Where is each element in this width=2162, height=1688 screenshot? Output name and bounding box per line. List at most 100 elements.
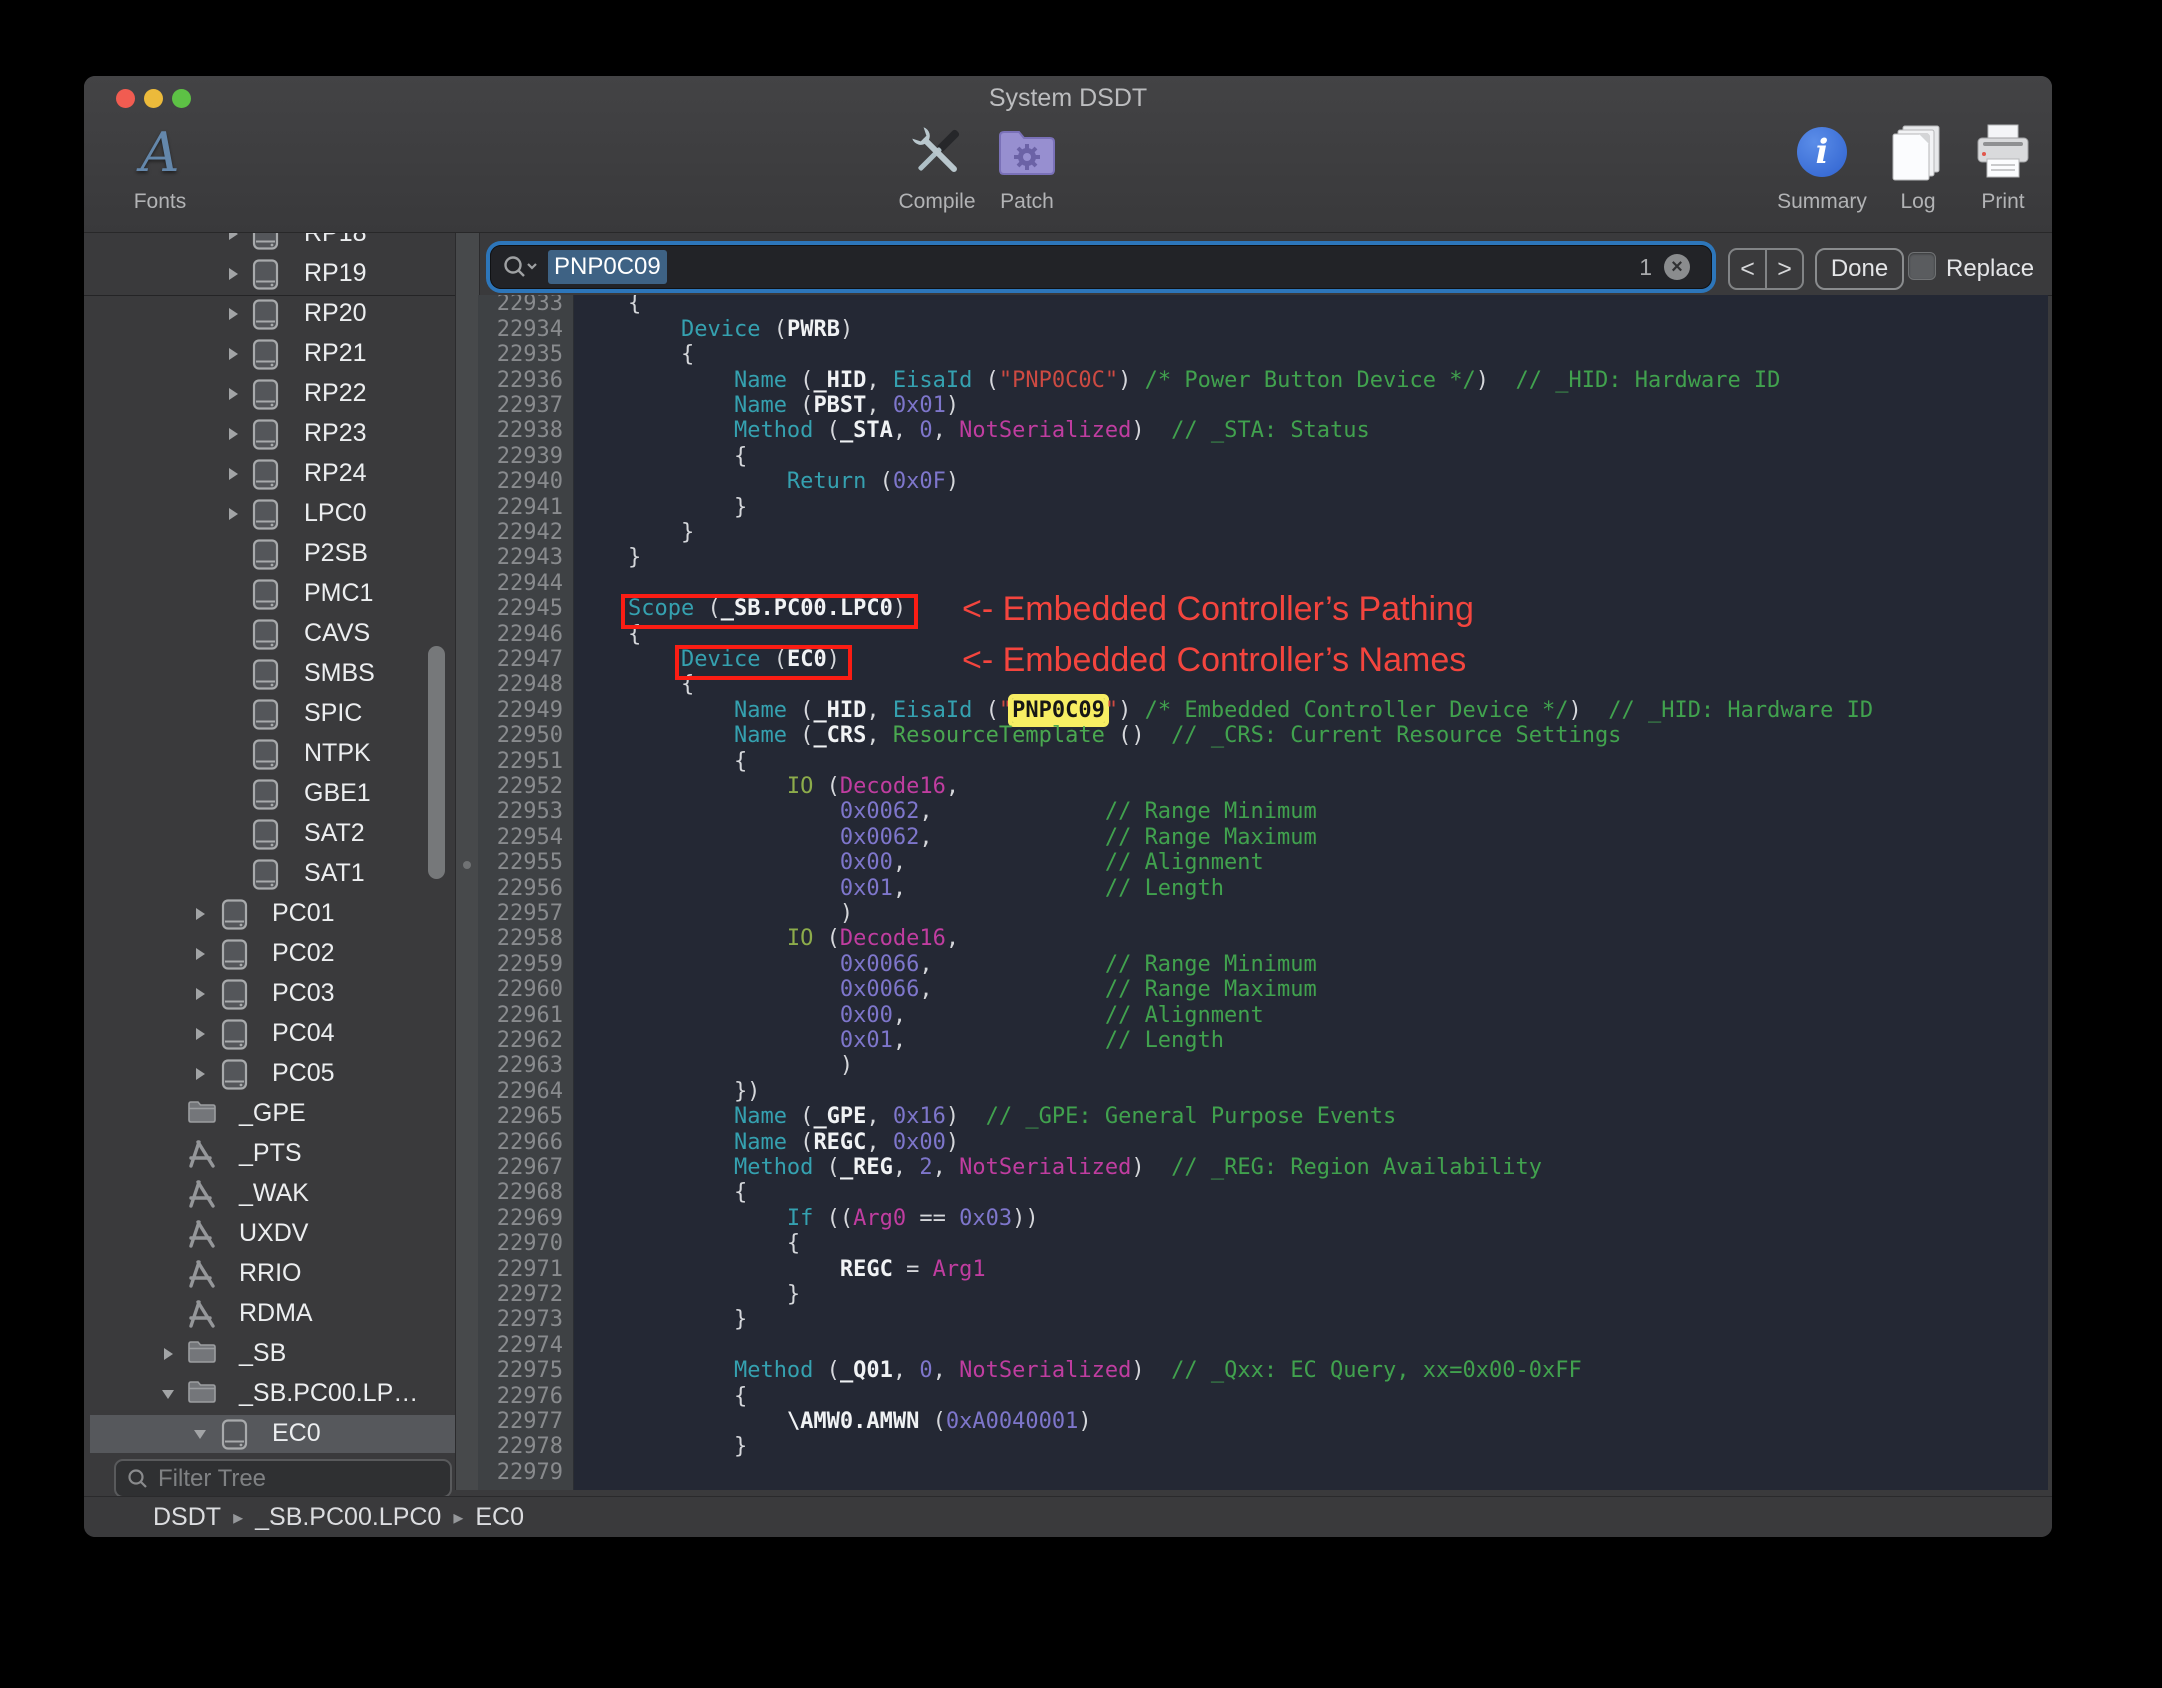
find-previous-button[interactable]: < <box>1730 250 1767 288</box>
device-icon <box>252 859 279 895</box>
tree-row-smbs[interactable]: SMBS <box>90 655 455 693</box>
pane-divider[interactable] <box>455 233 480 1490</box>
tree-row-pc01[interactable]: PC01 <box>90 895 455 933</box>
tree-row-rp21[interactable]: RP21 <box>90 335 455 373</box>
tree-row-cavs[interactable]: CAVS <box>90 615 455 653</box>
tree-row-rrio[interactable]: RRIO <box>90 1255 455 1293</box>
tree-row-label: UXDV <box>239 1219 309 1247</box>
disclosure-right-icon[interactable] <box>191 1065 209 1088</box>
code-line-22975: Method (_Q01, 0, NotSerialized) // _Qxx:… <box>733 1358 1582 1384</box>
breadcrumb-dsdt[interactable]: DSDT <box>153 1503 221 1532</box>
tree-row-rp18[interactable]: RP18 <box>90 233 455 253</box>
disclosure-right-icon[interactable] <box>224 305 242 328</box>
tree-row-sat1[interactable]: SAT1 <box>90 855 455 893</box>
tree-row-rp22[interactable]: RP22 <box>90 375 455 413</box>
disclosure-right-icon[interactable] <box>191 1025 209 1048</box>
breadcrumb-device[interactable]: EC0 <box>475 1503 524 1532</box>
tree-row-pc05[interactable]: PC05 <box>90 1055 455 1093</box>
tree-row-wak[interactable]: _WAK <box>90 1175 455 1213</box>
disclosure-right-icon[interactable] <box>191 905 209 928</box>
replace-checkbox[interactable] <box>1908 252 1936 280</box>
tree-row-ntpk[interactable]: NTPK <box>90 735 455 773</box>
device-icon <box>252 379 279 415</box>
filter-tree-input[interactable]: Filter Tree <box>114 1459 452 1498</box>
search-icon[interactable] <box>502 254 538 280</box>
sidebar-scrollbar[interactable] <box>428 646 445 879</box>
line-number: 22976 <box>496 1383 563 1409</box>
print-label: Print <box>1981 190 2025 213</box>
disclosure-right-icon[interactable] <box>224 505 242 528</box>
code-line-22942: } <box>575 520 695 545</box>
tree-row-pc02[interactable]: PC02 <box>90 935 455 973</box>
tree-row-label: NTPK <box>304 739 371 767</box>
tree-row-uxdv[interactable]: UXDV <box>90 1215 455 1253</box>
code-line-22941: } <box>575 494 748 520</box>
tree-row-gpe[interactable]: _GPE <box>90 1095 455 1133</box>
tree-row-rdma[interactable]: RDMA <box>90 1295 455 1333</box>
code-line-22961: 0x00, // Alignment <box>839 1002 1264 1028</box>
summary-info-icon: i <box>1797 127 1847 177</box>
disclosure-right-icon[interactable] <box>191 945 209 968</box>
tree-row-pc03[interactable]: PC03 <box>90 975 455 1013</box>
clear-search-icon[interactable]: × <box>1664 254 1690 280</box>
disclosure-right-icon[interactable] <box>224 265 242 288</box>
device-icon <box>221 1419 248 1455</box>
find-next-button[interactable]: > <box>1767 250 1802 288</box>
device-icon <box>221 1059 248 1095</box>
disclosure-right-icon[interactable] <box>224 233 242 248</box>
code-editor[interactable]: 22933 22934 22935 22936 22937 22938 22939 22940… <box>478 295 2048 1490</box>
divider-handle[interactable] <box>463 861 471 869</box>
tree-row-spic[interactable]: SPIC <box>90 695 455 733</box>
code-line-22933: { <box>575 295 642 317</box>
disclosure-down-icon[interactable] <box>191 1425 209 1448</box>
patch-label: Patch <box>1000 190 1054 213</box>
line-number: 22975 <box>496 1358 563 1384</box>
disclosure-down-icon[interactable] <box>159 1385 177 1408</box>
line-number: 22966 <box>496 1129 563 1155</box>
device-icon <box>252 419 279 455</box>
line-number: 22979 <box>496 1459 563 1485</box>
disclosure-right-icon[interactable] <box>224 345 242 368</box>
device-icon <box>252 499 279 535</box>
line-number: 22942 <box>496 520 563 545</box>
disclosure-right-icon[interactable] <box>191 985 209 1008</box>
tree-row-label: RP21 <box>304 339 367 367</box>
tree-row-rp24[interactable]: RP24 <box>90 455 455 493</box>
breadcrumb-scope[interactable]: _SB.PC00.LPC0 <box>255 1503 441 1532</box>
code-line-22950: Name (_CRS, ResourceTemplate () // _CRS:… <box>733 723 1622 749</box>
fonts-icon: A <box>140 120 180 184</box>
line-number: 22953 <box>496 799 563 825</box>
disclosure-right-icon[interactable] <box>224 385 242 408</box>
tree-row-sat2[interactable]: SAT2 <box>90 815 455 853</box>
window-title: System DSDT <box>988 84 1148 112</box>
tree-row-gbe1[interactable]: GBE1 <box>90 775 455 813</box>
code-line-22966: Name (REGC, 0x00) <box>733 1129 960 1155</box>
done-button[interactable]: Done <box>1815 248 1904 290</box>
tree-row-ec0[interactable]: EC0 <box>90 1415 455 1453</box>
tree-row-sb[interactable]: _SB <box>90 1335 455 1373</box>
tree-row-pmc1[interactable]: PMC1 <box>90 575 455 613</box>
tree-row-pc04[interactable]: PC04 <box>90 1015 455 1053</box>
patch-button[interactable]: Patch <box>957 116 1097 214</box>
code-line-22940: Return (0x0F) <box>786 469 960 495</box>
tree-row-rp23[interactable]: RP23 <box>90 415 455 453</box>
tree-row-rp19[interactable]: RP19 <box>90 255 455 293</box>
tree-row-label: _SB.PC00.LP… <box>239 1379 419 1407</box>
print-button[interactable]: Print <box>1933 116 2052 214</box>
device-icon <box>252 299 279 335</box>
code-line-22957: ) <box>575 901 854 926</box>
disclosure-right-icon[interactable] <box>159 1345 177 1368</box>
device-icon <box>221 899 248 935</box>
code-line-22951: { <box>575 748 748 774</box>
tree-row-p2sb[interactable]: P2SB <box>90 535 455 573</box>
fonts-button[interactable]: A Fonts <box>90 116 230 214</box>
tree-row-pts[interactable]: _PTS <box>90 1135 455 1173</box>
disclosure-right-icon[interactable] <box>224 465 242 488</box>
tree-row-lpc0[interactable]: LPC0 <box>90 495 455 533</box>
line-number: 22968 <box>496 1180 563 1206</box>
line-number: 22959 <box>496 951 563 977</box>
disclosure-right-icon[interactable] <box>224 425 242 448</box>
search-input[interactable]: PNP0C09 1 × <box>490 245 1712 289</box>
tree-row-rp20[interactable]: RP20 <box>90 295 455 333</box>
tree-row-sbpc00lp[interactable]: _SB.PC00.LP… <box>90 1375 455 1413</box>
